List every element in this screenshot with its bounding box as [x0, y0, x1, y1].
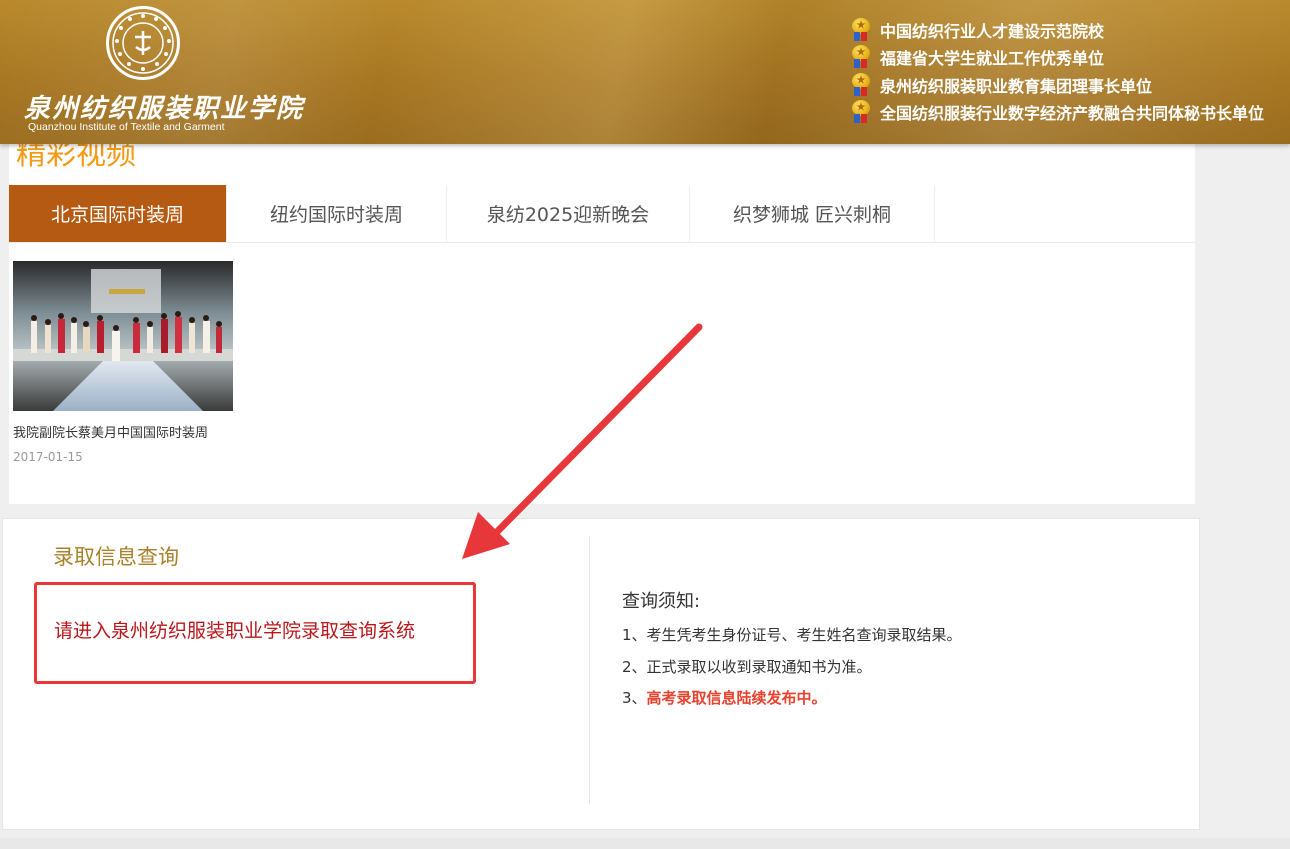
red-arrow-icon	[462, 323, 703, 559]
